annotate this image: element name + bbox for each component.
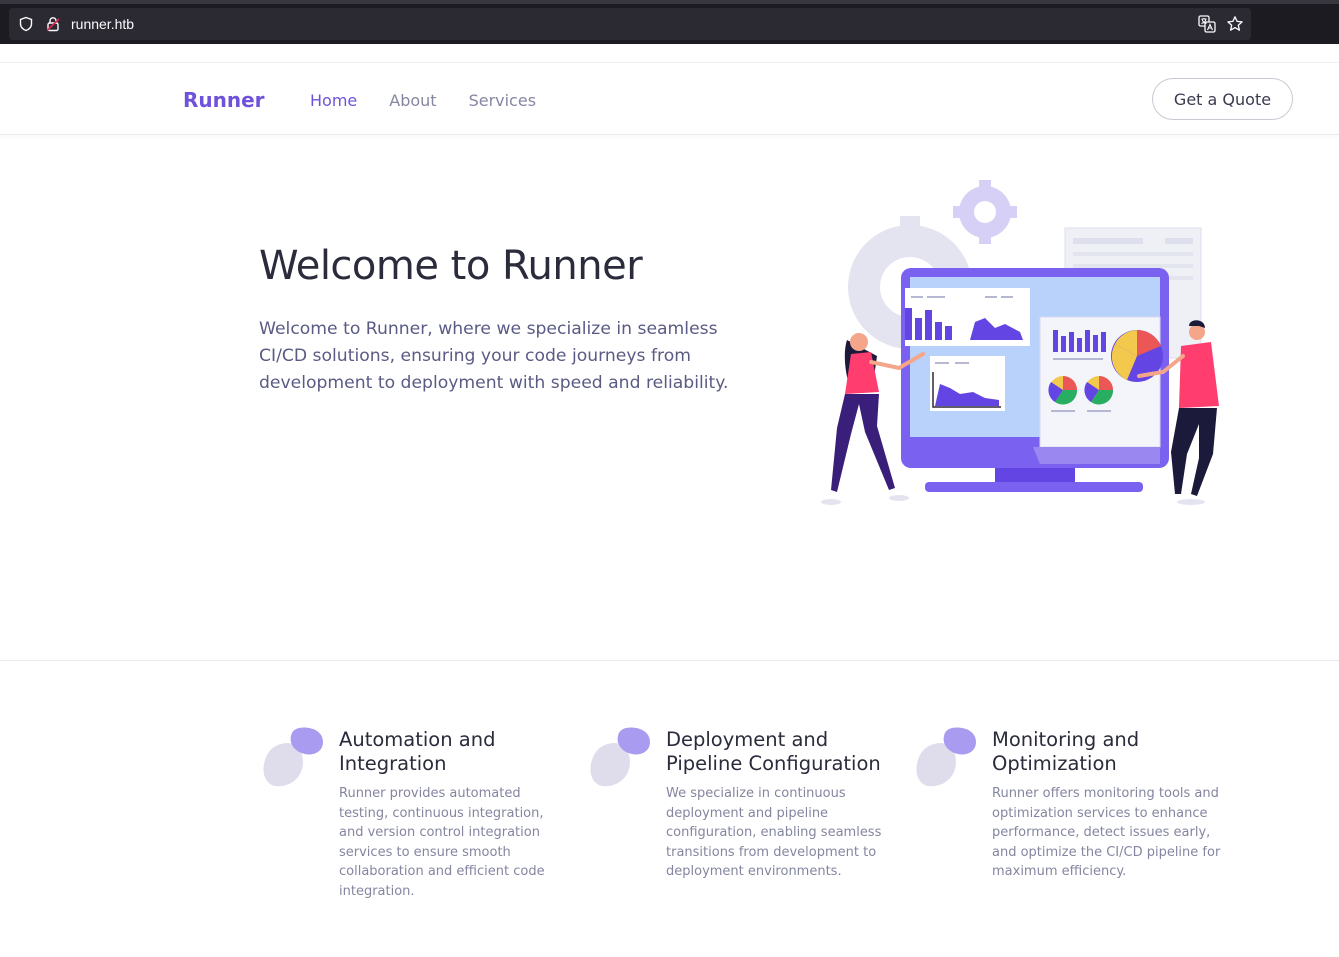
nav-services[interactable]: Services [469, 91, 536, 111]
small-gear-icon [953, 180, 1017, 244]
feature-automation: Automation and Integration Runner provid… [263, 726, 583, 899]
hero-title: Welcome to Runner [259, 243, 643, 289]
site-header: Runner Home About Services Get a Quote [0, 62, 1339, 135]
feature-title: Monitoring and Optimization [992, 728, 1140, 775]
nav-home[interactable]: Home [310, 91, 357, 111]
lock-icon[interactable] [45, 16, 61, 32]
section-divider [0, 660, 1339, 661]
site-logo[interactable]: Runner [183, 88, 265, 112]
hero-description: Welcome to Runner, where we specialize i… [259, 319, 729, 393]
get-a-quote-button[interactable]: Get a Quote [1152, 78, 1293, 120]
address-bar[interactable]: runner.htb [9, 8, 1251, 40]
feature-monitoring: Monitoring and Optimization Runner offer… [916, 726, 1236, 896]
feature-title: Automation and Integration [339, 728, 496, 775]
main-nav: Home About Services [310, 91, 568, 111]
translate-icon[interactable] [1198, 15, 1216, 33]
nav-about[interactable]: About [389, 91, 436, 111]
url-text[interactable]: runner.htb [71, 16, 134, 32]
blob-shape-icon [590, 727, 650, 787]
feature-description: Runner offers monitoring tools and optim… [992, 786, 1221, 879]
shield-icon[interactable] [18, 16, 34, 32]
feature-title: Deployment and Pipeline Configuration [666, 728, 881, 775]
bookmark-star-icon[interactable] [1226, 15, 1244, 33]
feature-description: We specialize in continuous deployment a… [666, 786, 882, 879]
feature-description: Runner provides automated testing, conti… [339, 786, 545, 899]
feature-deployment: Deployment and Pipeline Configuration We… [590, 726, 910, 896]
browser-toolbar: runner.htb [0, 0, 1339, 44]
blob-shape-icon [263, 727, 323, 787]
blob-shape-icon [916, 727, 976, 787]
dashboard-illustration [821, 180, 1219, 505]
